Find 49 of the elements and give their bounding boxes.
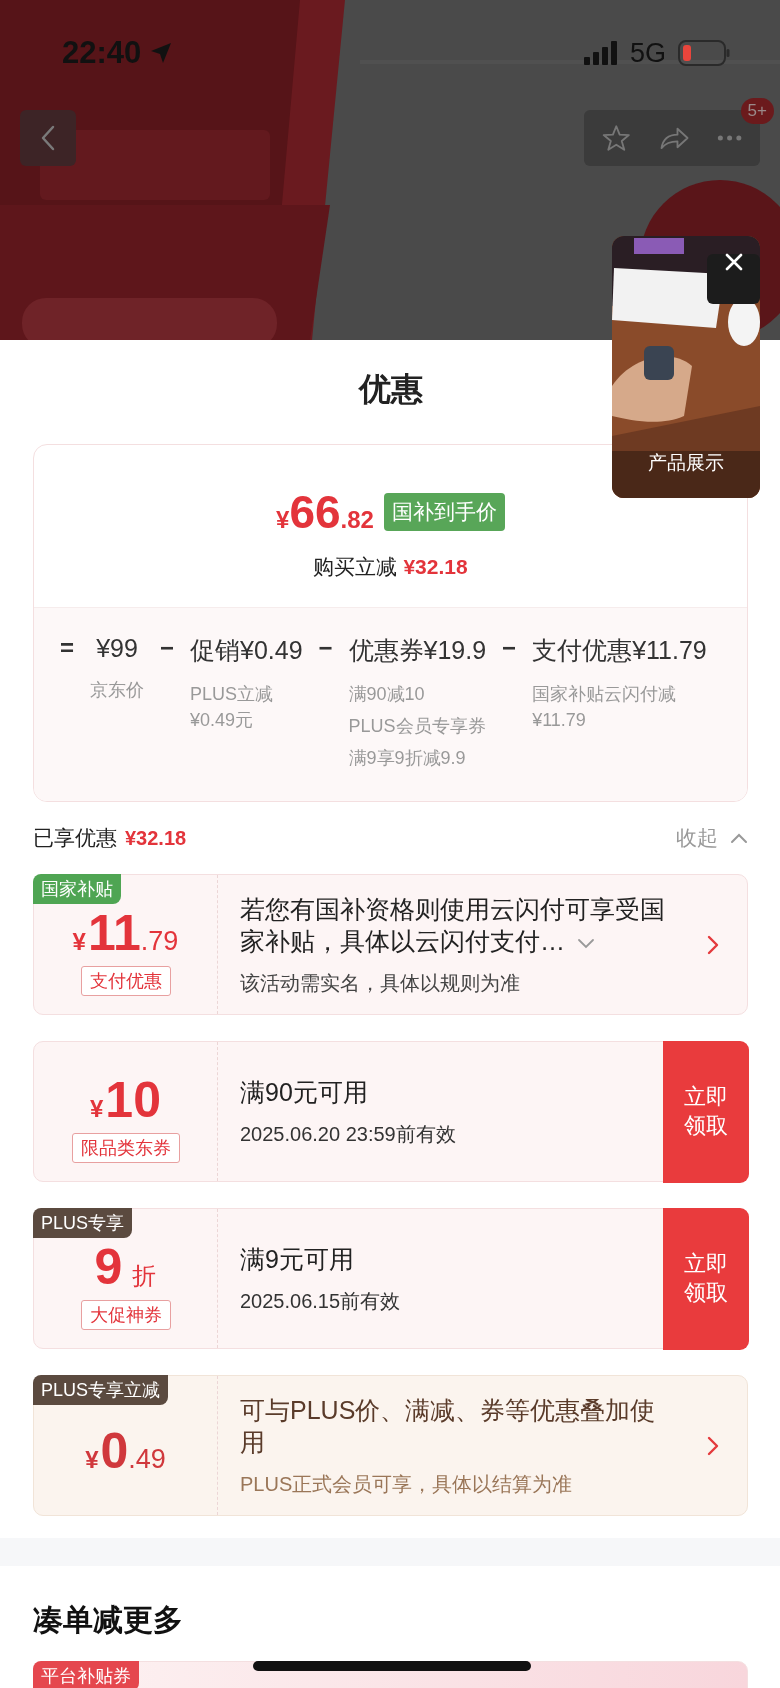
enjoyed-amount: ¥32.18	[125, 827, 187, 851]
coupon-title: 满9元可用	[240, 1244, 355, 1276]
coupon-title: 满90元可用	[240, 1077, 369, 1109]
breakdown-note: 京东价	[90, 679, 144, 702]
coupon-title: 可与PLUS价、满减、券等优惠叠加使用	[240, 1394, 657, 1459]
breakdown-amount: ¥99	[96, 634, 138, 663]
coupon-tag: PLUS专享立减	[33, 1375, 169, 1406]
sheet-title: 优惠	[357, 370, 424, 409]
coupon-note: 2025.06.20 23:59前有效	[240, 1121, 457, 1147]
coupon-title: 若您有国补资格则使用云闪付可享受国家补贴，具体以云闪付支付…	[240, 893, 666, 958]
chevron-down-icon[interactable]	[577, 937, 595, 950]
section-title: 凑单减更多	[33, 1602, 184, 1639]
coupon-type-label: 限品类东券	[71, 1132, 180, 1163]
saving-label: 购买立减	[313, 554, 398, 580]
breakdown-note: 国家补贴云闪付减¥11.79	[532, 683, 678, 733]
enjoyed-label: 已享优惠	[33, 825, 117, 852]
video-label: 产品展示	[647, 451, 725, 475]
price-tag: 国补到手价	[383, 493, 505, 531]
coupon-note: 2025.06.15前有效	[240, 1288, 402, 1314]
coupon-value: ¥10	[90, 1070, 161, 1129]
breakdown-note: 满90减10	[348, 683, 426, 706]
final-price: ¥66.82	[276, 485, 374, 539]
claim-button[interactable]: 立即领取	[662, 1207, 749, 1350]
breakdown-note: PLUS会员专享券	[348, 715, 487, 739]
coupon-tag: 国家补贴	[33, 874, 121, 905]
coupon-type-label: 支付优惠	[80, 965, 171, 996]
claim-button[interactable]: 立即领取	[662, 1040, 749, 1183]
coupon-value: ¥11.79	[72, 903, 179, 962]
operator-sign: −	[159, 634, 175, 662]
coupon-note: PLUS正式会员可享，具体以结算为准	[240, 1471, 574, 1497]
chevron-right-icon[interactable]	[707, 1435, 719, 1456]
collapse-toggle[interactable]: 收起	[676, 824, 748, 853]
chevron-up-icon	[730, 832, 748, 845]
coupon-value: 9 折	[94, 1237, 157, 1296]
chevron-right-icon[interactable]	[707, 934, 719, 955]
breakdown-amount: 促销¥0.49	[190, 635, 303, 666]
operator-sign: =	[59, 634, 75, 662]
coupon-note: 该活动需实名，具体以规则为准	[240, 970, 521, 996]
coupon-value: ¥0.49	[85, 1421, 166, 1480]
breakdown-note: PLUS立减¥0.49元	[190, 683, 275, 733]
coupon-type-label: 大促神券	[80, 1299, 171, 1330]
breakdown-note: 满9享9折减9.9	[348, 747, 467, 771]
saving-amount: ¥32.18	[403, 555, 468, 579]
breakdown-amount: 优惠券¥19.9	[348, 635, 487, 666]
breakdown-amount: 支付优惠¥11.79	[532, 635, 707, 666]
coupon-tag: PLUS专享	[33, 1208, 133, 1239]
operator-sign: −	[501, 634, 518, 662]
operator-sign: −	[317, 634, 334, 662]
coupon-tag: 平台补贴券	[33, 1661, 139, 1688]
